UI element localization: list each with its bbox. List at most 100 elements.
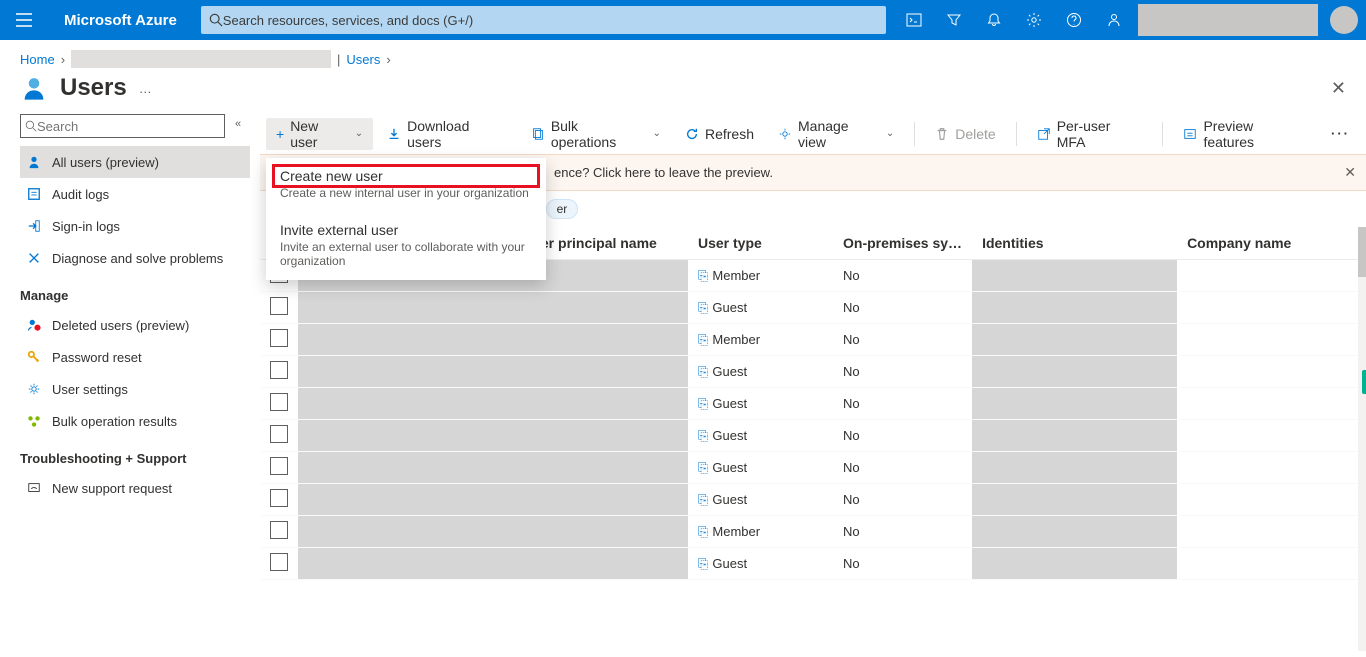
copy-icon[interactable]: ⎘ — [698, 300, 708, 315]
copy-icon[interactable]: ⎘ — [698, 364, 708, 379]
upn-redacted — [513, 356, 688, 388]
row-checkbox[interactable] — [270, 457, 288, 475]
more-commands-button[interactable]: ··· — [1321, 126, 1360, 141]
avatar[interactable] — [1330, 6, 1358, 34]
page-title: Users — [60, 74, 127, 102]
topbar-icons — [894, 0, 1366, 40]
company-cell — [1177, 516, 1366, 548]
sidebar-item-user-settings[interactable]: User settings — [20, 373, 250, 405]
new-user-button[interactable]: + New user ⌄ — [266, 118, 373, 150]
sidebar-item-password-reset[interactable]: Password reset — [20, 341, 250, 373]
row-checkbox[interactable] — [270, 329, 288, 347]
gear-icon — [26, 382, 42, 396]
display-name-redacted — [298, 324, 513, 356]
table-row[interactable]: ⎘GuestNo — [260, 452, 1366, 484]
identities-redacted — [972, 548, 1177, 580]
breadcrumb-users[interactable]: Users — [346, 52, 380, 67]
company-cell — [1177, 324, 1366, 356]
scrollbar-thumb[interactable] — [1358, 227, 1366, 277]
settings-icon[interactable] — [1014, 0, 1054, 40]
row-checkbox[interactable] — [270, 297, 288, 315]
cloud-shell-icon[interactable] — [894, 0, 934, 40]
delete-button[interactable]: Delete — [925, 118, 1005, 150]
display-name-redacted — [298, 452, 513, 484]
row-checkbox[interactable] — [270, 393, 288, 411]
global-search[interactable] — [201, 6, 886, 34]
sidebar-search[interactable] — [20, 114, 225, 138]
sidebar-search-input[interactable] — [37, 119, 220, 134]
sidebar-item-diagnose[interactable]: Diagnose and solve problems — [20, 242, 250, 274]
col-onprem[interactable]: On-premises sy… — [833, 227, 972, 260]
trash-icon — [935, 127, 949, 141]
separator — [1162, 122, 1163, 146]
breadcrumb-pipe: | — [337, 52, 340, 67]
dropdown-create-new-user[interactable]: Create new user Create a new internal us… — [266, 158, 546, 212]
col-identities[interactable]: Identities — [972, 227, 1177, 260]
row-checkbox[interactable] — [270, 521, 288, 539]
table-row[interactable]: ⎘GuestNo — [260, 388, 1366, 420]
close-blade-button[interactable]: ✕ — [1331, 78, 1346, 99]
table-row[interactable]: ⎘GuestNo — [260, 356, 1366, 388]
copy-icon[interactable]: ⎘ — [698, 460, 708, 475]
plus-icon: + — [276, 126, 284, 142]
bulk-operations-button[interactable]: Bulk operations ⌄ — [521, 118, 671, 150]
preview-features-button[interactable]: Preview features — [1173, 118, 1317, 150]
sidebar-item-new-support[interactable]: New support request — [20, 472, 250, 504]
copy-icon[interactable]: ⎘ — [698, 524, 708, 539]
table-row[interactable]: ⎘MemberNo — [260, 324, 1366, 356]
sidebar-item-deleted-users[interactable]: Deleted users (preview) — [20, 309, 250, 341]
user-type-cell: ⎘Guest — [688, 484, 833, 516]
sidebar-item-all-users[interactable]: All users (preview) — [20, 146, 250, 178]
copy-icon[interactable]: ⎘ — [698, 428, 708, 443]
row-checkbox[interactable] — [270, 489, 288, 507]
help-icon[interactable] — [1054, 0, 1094, 40]
sidebar-item-label: Audit logs — [52, 187, 109, 202]
col-user-type[interactable]: User type — [688, 227, 833, 260]
manage-view-button[interactable]: Manage view ⌄ — [768, 118, 904, 150]
copy-icon[interactable]: ⎘ — [698, 396, 708, 411]
feedback-icon[interactable] — [1094, 0, 1134, 40]
refresh-button[interactable]: Refresh — [675, 118, 764, 150]
table-row[interactable]: ⎘GuestNo — [260, 420, 1366, 452]
brand-label[interactable]: Microsoft Azure — [48, 12, 193, 29]
title-more[interactable]: … — [139, 81, 154, 96]
hamburger-menu[interactable] — [0, 0, 48, 40]
company-cell — [1177, 388, 1366, 420]
close-banner-button[interactable]: ✕ — [1344, 164, 1356, 181]
per-user-mfa-button[interactable]: Per-user MFA — [1027, 118, 1153, 150]
banner-text: ence? Click here to leave the preview. — [554, 165, 773, 180]
row-checkbox[interactable] — [270, 361, 288, 379]
display-name-redacted — [298, 356, 513, 388]
display-name-redacted — [298, 484, 513, 516]
upn-redacted — [513, 452, 688, 484]
sidebar-item-bulk-results[interactable]: Bulk operation results — [20, 405, 250, 437]
table-row[interactable]: ⎘GuestNo — [260, 548, 1366, 580]
sidebar-item-signin-logs[interactable]: Sign-in logs — [20, 210, 250, 242]
log-icon — [26, 187, 42, 201]
company-cell — [1177, 548, 1366, 580]
filter-chip[interactable]: er — [546, 199, 579, 219]
row-checkbox[interactable] — [270, 425, 288, 443]
global-search-input[interactable] — [223, 13, 878, 28]
collapse-sidebar-button[interactable]: « — [235, 118, 241, 130]
scrollbar-track[interactable] — [1358, 227, 1366, 651]
dropdown-invite-external-user[interactable]: Invite external user Invite an external … — [266, 212, 546, 280]
notifications-icon[interactable] — [974, 0, 1014, 40]
copy-icon[interactable]: ⎘ — [698, 268, 708, 283]
table-row[interactable]: ⎘GuestNo — [260, 292, 1366, 324]
table-row[interactable]: ⎘GuestNo — [260, 484, 1366, 516]
breadcrumb-home[interactable]: Home — [20, 52, 55, 67]
onprem-cell: No — [833, 292, 972, 324]
identities-redacted — [972, 388, 1177, 420]
col-company[interactable]: Company name — [1177, 227, 1366, 260]
copy-icon[interactable]: ⎘ — [698, 556, 708, 571]
download-users-button[interactable]: Download users — [377, 118, 517, 150]
copy-icon[interactable]: ⎘ — [698, 492, 708, 507]
table-row[interactable]: ⎘MemberNo — [260, 516, 1366, 548]
sidebar: « All users (preview) Audit logs Sign-in… — [0, 114, 260, 651]
copy-icon[interactable]: ⎘ — [698, 332, 708, 347]
directory-filter-icon[interactable] — [934, 0, 974, 40]
feedback-tab[interactable] — [1362, 370, 1366, 394]
row-checkbox[interactable] — [270, 553, 288, 571]
sidebar-item-audit-logs[interactable]: Audit logs — [20, 178, 250, 210]
